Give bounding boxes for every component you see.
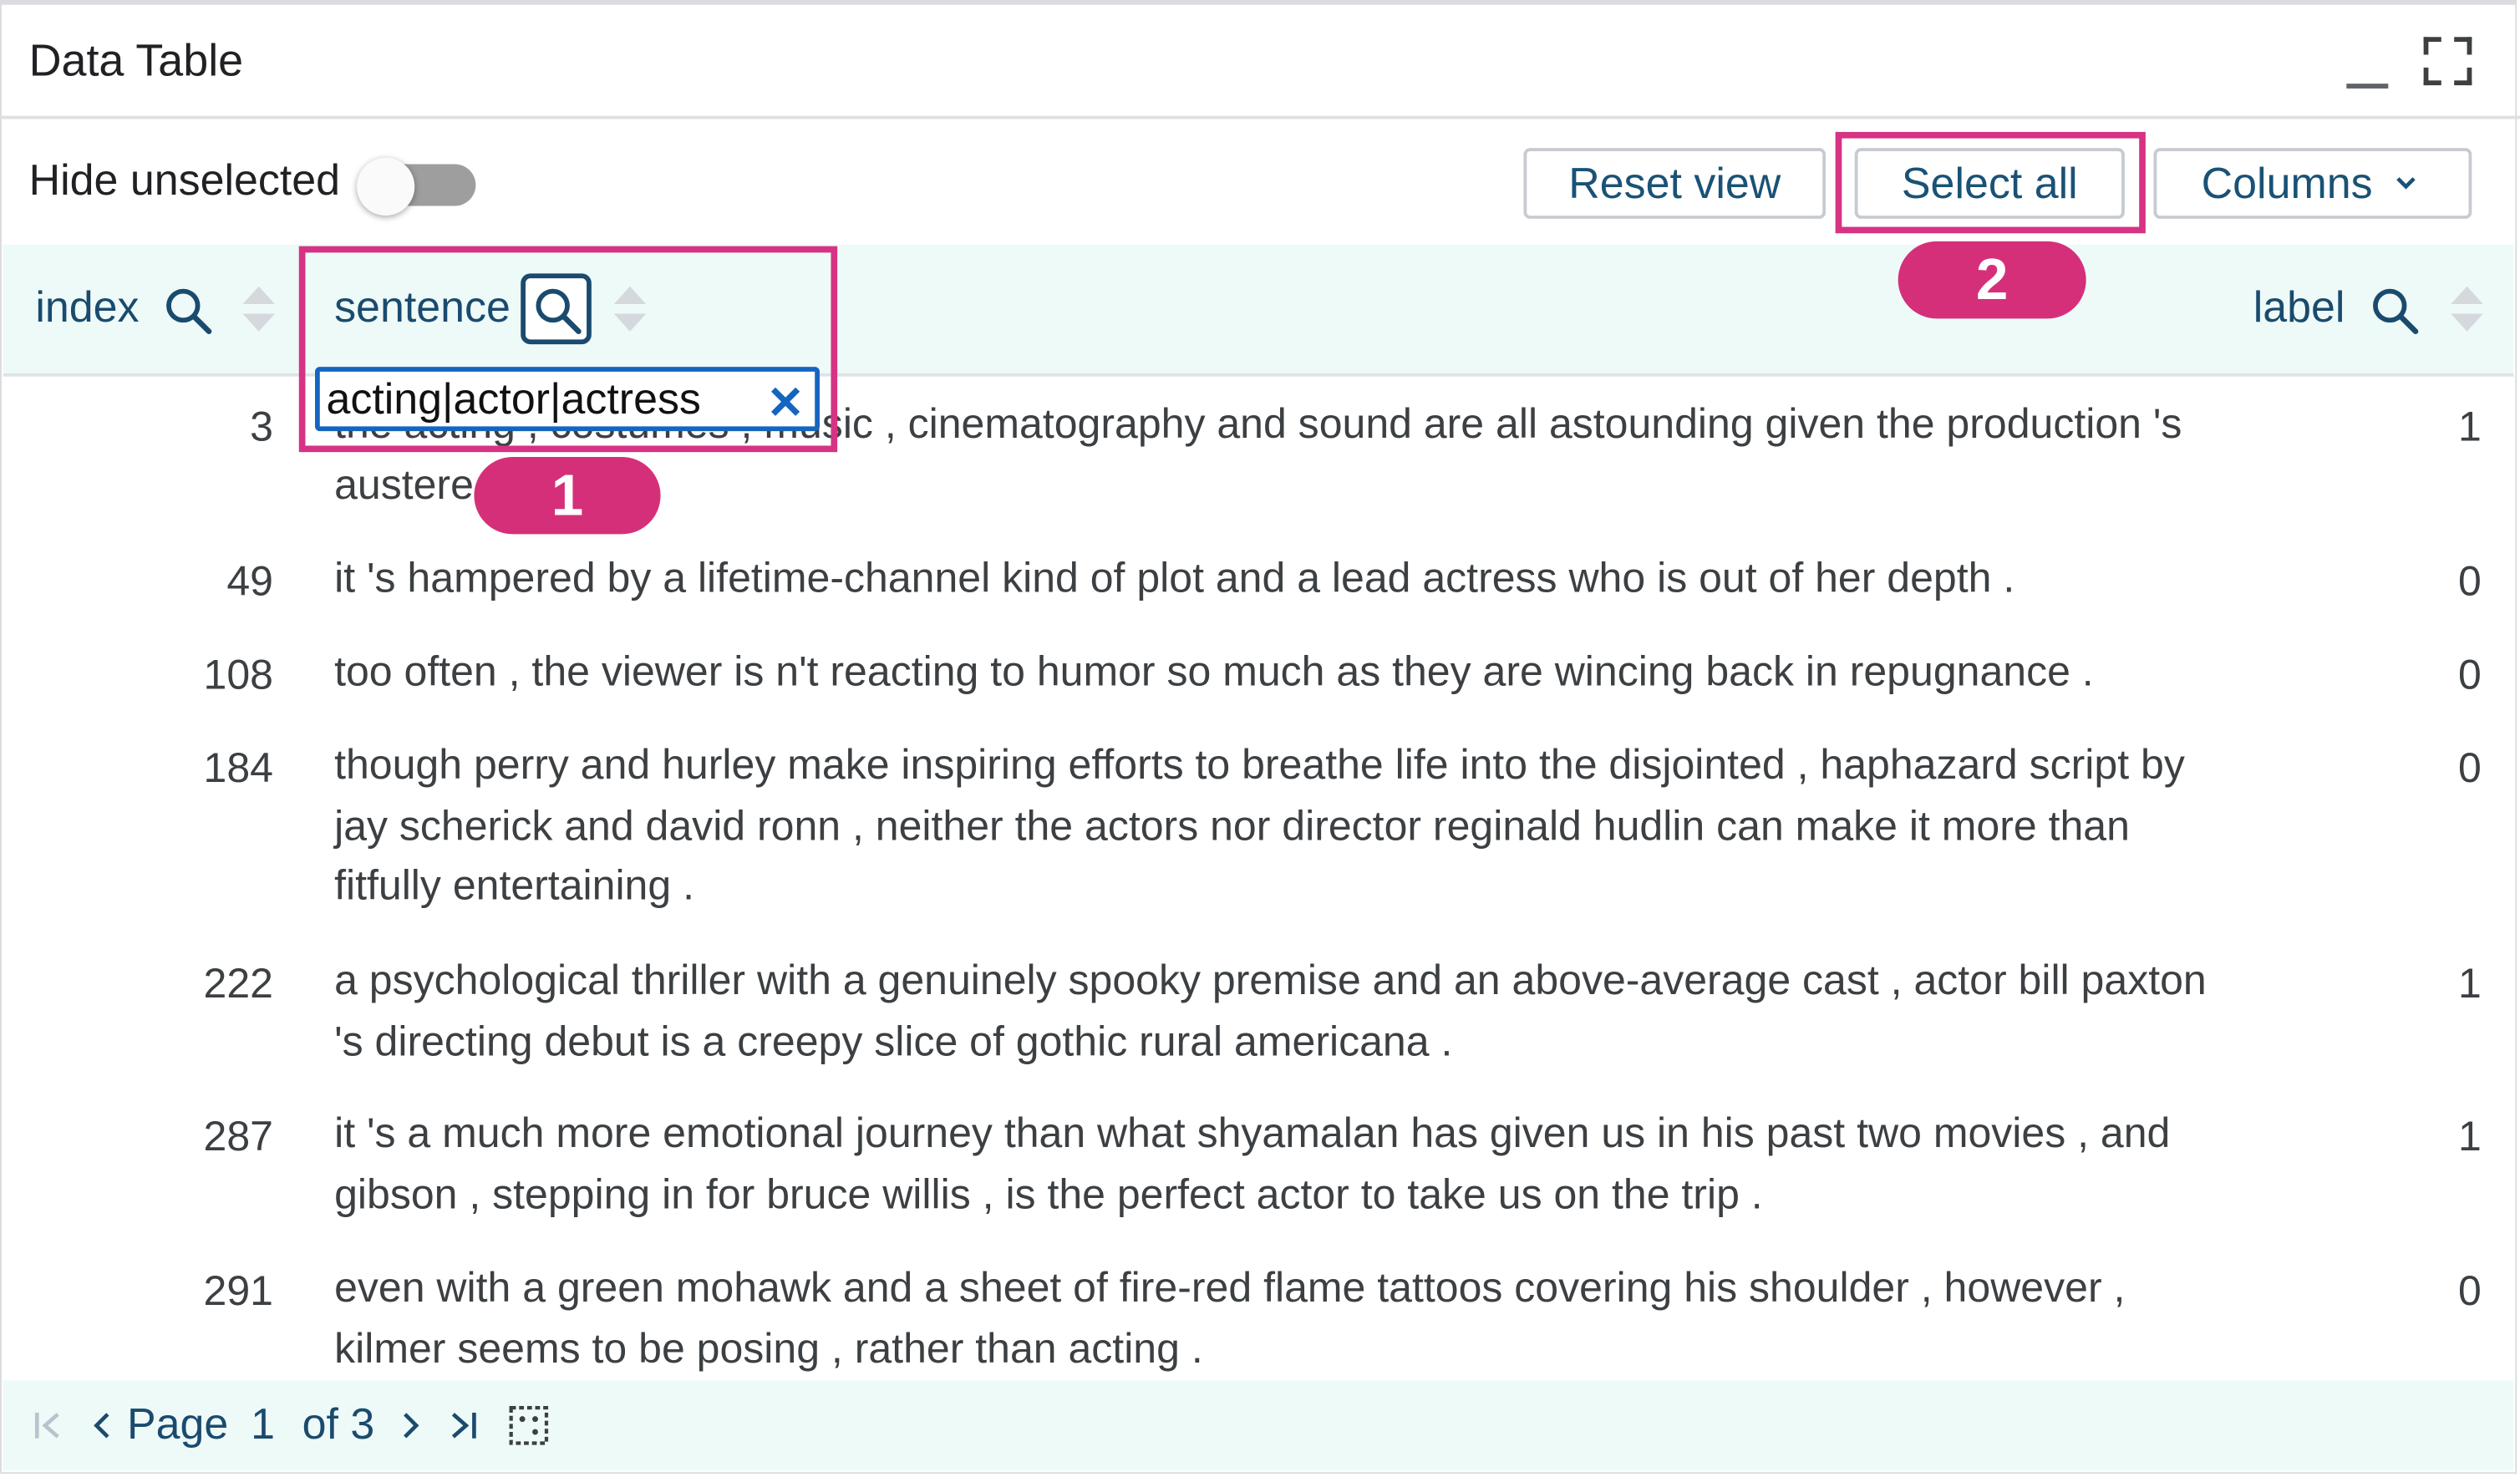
row-index: 49 <box>226 556 273 606</box>
reset-view-button[interactable]: Reset view <box>1523 148 1826 219</box>
toggle-thumb[interactable] <box>357 157 415 216</box>
data-table-panel: Data Table Hide unselected Reset view Se… <box>0 0 2520 1477</box>
step-badge-number: 2 <box>1975 246 2009 312</box>
columns-label: Columns <box>2201 158 2373 207</box>
page-count: of 3 <box>302 1399 375 1449</box>
step-badge-number: 1 <box>551 461 584 528</box>
search-icon[interactable] <box>2367 283 2421 338</box>
last-page-icon[interactable] <box>444 1406 482 1444</box>
row-sentence[interactable]: even with a green mohawk and a sheet of … <box>334 1258 2231 1378</box>
next-page-icon[interactable] <box>390 1406 429 1444</box>
row-index: 3 <box>250 402 273 451</box>
search-icon[interactable] <box>160 283 215 338</box>
row-label: 0 <box>2458 556 2482 606</box>
reset-view-label: Reset view <box>1568 158 1781 207</box>
row-index: 287 <box>203 1111 273 1160</box>
first-page-icon[interactable] <box>29 1406 68 1444</box>
row-index: 222 <box>203 958 273 1008</box>
title-bar: Data Table <box>0 0 2520 119</box>
row-label: 0 <box>2458 1266 2482 1315</box>
hide-unselected-label: Hide unselected <box>28 155 341 205</box>
row-label: 1 <box>2458 1111 2482 1160</box>
columns-button[interactable]: Columns <box>2153 148 2472 219</box>
step-badge-1: 1 <box>474 456 661 535</box>
row-label: 0 <box>2458 650 2482 698</box>
chevron-down-icon <box>2396 177 2416 190</box>
row-label: 0 <box>2458 743 2482 792</box>
highlight-box-select-all <box>1835 131 2146 234</box>
row-index: 184 <box>203 743 273 792</box>
step-badge-2: 2 <box>1898 241 2086 319</box>
minimize-icon[interactable] <box>2346 84 2389 89</box>
sort-icon[interactable] <box>2449 283 2484 338</box>
row-index: 291 <box>203 1266 273 1315</box>
table-footer <box>3 1380 2514 1471</box>
highlight-box-sentence-filter <box>298 246 838 453</box>
fullscreen-icon[interactable] <box>2423 37 2472 86</box>
row-index: 108 <box>203 650 273 698</box>
random-page-icon[interactable] <box>506 1403 551 1448</box>
hide-unselected-toggle[interactable] <box>357 157 476 216</box>
column-header-label[interactable]: label <box>2253 283 2345 333</box>
row-sentence[interactable]: though perry and hurley make inspiring e… <box>334 735 2231 916</box>
row-sentence[interactable]: it 's hampered by a lifetime-channel kin… <box>334 549 2231 609</box>
current-page[interactable]: 1 <box>251 1400 275 1450</box>
row-sentence[interactable]: it 's a much more emotional journey than… <box>334 1104 2231 1224</box>
panel-title: Data Table <box>28 35 244 86</box>
row-label: 1 <box>2458 402 2482 451</box>
row-sentence[interactable]: too often , the viewer is n't reacting t… <box>334 642 2231 702</box>
column-header-index[interactable]: index <box>35 283 139 333</box>
page-label: Page <box>126 1399 229 1449</box>
previous-page-icon[interactable] <box>84 1406 122 1444</box>
sort-icon[interactable] <box>241 283 277 338</box>
row-sentence[interactable]: a psychological thriller with a genuinel… <box>334 951 2231 1071</box>
row-label: 1 <box>2458 958 2482 1008</box>
